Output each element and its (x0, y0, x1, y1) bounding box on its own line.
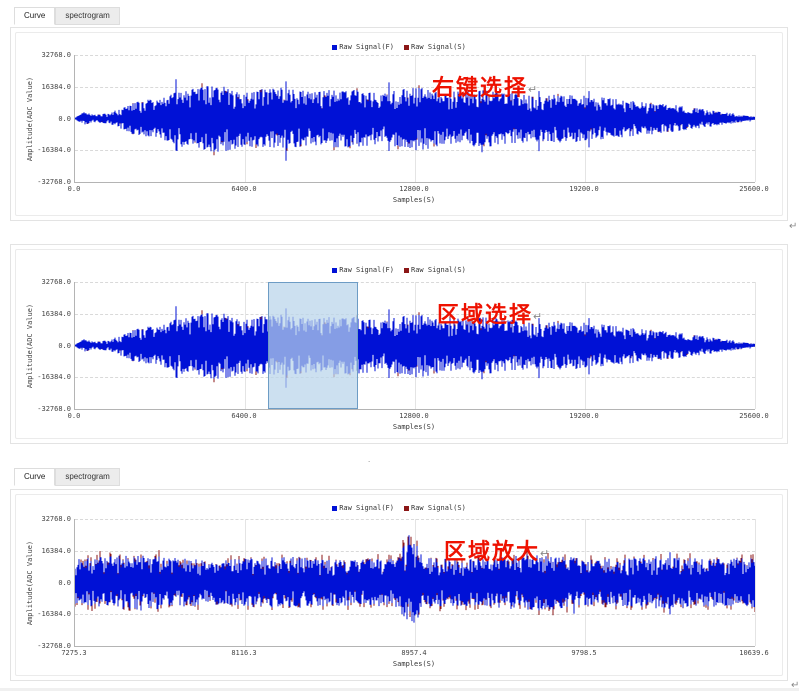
y-tick-label: 16384.0 (25, 83, 71, 91)
legend-marker-icon (332, 506, 337, 511)
x-tick-label: 6400.0 (214, 412, 274, 420)
plot-area[interactable] (74, 55, 755, 183)
tab-curve[interactable]: Curve (14, 468, 55, 486)
x-tick-label: 8116.3 (214, 649, 274, 657)
annotation-label: 右键选择↵ (432, 70, 537, 102)
x-tick-label: 19200.0 (554, 412, 614, 420)
y-tick-label: 0.0 (25, 115, 71, 123)
text-dot: . (368, 455, 370, 464)
x-tick-label: 12800.0 (384, 412, 444, 420)
v-gridline (755, 55, 756, 182)
legend-label: Raw Signal(F) (339, 504, 394, 512)
paragraph-mark: ↵ (791, 680, 799, 691)
x-tick-label: 19200.0 (554, 185, 614, 193)
legend-label: Raw Signal(S) (411, 266, 466, 274)
y-tick-label: -16384.0 (25, 610, 71, 618)
legend-marker-icon (404, 506, 409, 511)
legend-item: Raw Signal(S) (404, 266, 466, 274)
y-tick-label: 0.0 (25, 579, 71, 587)
annotation-label: 区域放大↵ (444, 534, 549, 566)
tab-spectrogram[interactable]: spectrogram (55, 468, 119, 486)
page-bottom-rule (0, 688, 799, 691)
v-gridline (755, 519, 756, 646)
waveform-chart-3[interactable]: Raw Signal(F)Raw Signal(S)Amplitude(ADC … (16, 495, 782, 675)
raw-signal-f-trace (75, 79, 755, 161)
paragraph-mark: ↵ (540, 548, 549, 560)
waveform-panel-3: Raw Signal(F)Raw Signal(S)Amplitude(ADC … (10, 489, 788, 681)
document-page: Curve spectrogram Raw Signal(F)Raw Signa… (0, 0, 799, 695)
x-tick-label: 0.0 (44, 185, 104, 193)
legend-item: Raw Signal(F) (332, 266, 394, 274)
waveform-svg (75, 55, 755, 182)
legend-marker-icon (404, 268, 409, 273)
y-tick-label: 32768.0 (25, 515, 71, 523)
chart-legend: Raw Signal(F) Raw Signal(S) (16, 43, 782, 51)
x-tick-label: 10639.6 (724, 649, 784, 657)
legend-marker-icon (404, 45, 409, 50)
x-tick-label: 7275.3 (44, 649, 104, 657)
y-tick-label: -16384.0 (25, 146, 71, 154)
legend-label: Raw Signal(F) (339, 266, 394, 274)
waveform-svg (75, 519, 755, 646)
tab-curve[interactable]: Curve (14, 7, 55, 25)
waveform-panel-1: Raw Signal(F)Raw Signal(S)Amplitude(ADC … (10, 27, 788, 221)
legend-item: Raw Signal(F) (332, 43, 394, 51)
panel-frame: Raw Signal(F)Raw Signal(S)Amplitude(ADC … (15, 249, 783, 439)
waveform-panel-2: Raw Signal(F)Raw Signal(S)Amplitude(ADC … (10, 244, 788, 444)
annotation-label: 区域选择↵ (437, 297, 542, 329)
chart-legend: Raw Signal(F) Raw Signal(S) (16, 504, 782, 512)
legend-marker-icon (332, 45, 337, 50)
v-gridline (755, 282, 756, 409)
x-axis-title: Samples(S) (354, 423, 474, 431)
legend-item: Raw Signal(S) (404, 504, 466, 512)
x-tick-label: 9798.5 (554, 649, 614, 657)
raw-signal-f-trace (75, 306, 755, 388)
waveform-chart-2[interactable]: Raw Signal(F)Raw Signal(S)Amplitude(ADC … (16, 250, 782, 438)
y-tick-label: 0.0 (25, 342, 71, 350)
x-tick-label: 6400.0 (214, 185, 274, 193)
legend-label: Raw Signal(S) (411, 504, 466, 512)
tab-bar-top: Curve spectrogram (14, 7, 120, 25)
legend-item: Raw Signal(S) (404, 43, 466, 51)
y-tick-label: 16384.0 (25, 310, 71, 318)
y-tick-label: 32768.0 (25, 51, 71, 59)
x-tick-label: 12800.0 (384, 185, 444, 193)
tab-spectrogram[interactable]: spectrogram (55, 7, 119, 25)
plot-area[interactable] (74, 282, 755, 410)
chart-legend: Raw Signal(F) Raw Signal(S) (16, 266, 782, 274)
paragraph-mark: ↵ (789, 221, 797, 232)
legend-label: Raw Signal(S) (411, 43, 466, 51)
paragraph-mark: ↵ (533, 311, 542, 323)
y-tick-label: 16384.0 (25, 547, 71, 555)
tab-bar-bottom: Curve spectrogram (14, 468, 120, 486)
selection-overlay[interactable] (268, 282, 357, 409)
plot-area[interactable] (74, 519, 755, 647)
y-tick-label: -16384.0 (25, 373, 71, 381)
raw-signal-f-trace (75, 535, 755, 622)
x-tick-label: 25600.0 (724, 185, 784, 193)
x-tick-label: 0.0 (44, 412, 104, 420)
waveform-svg (75, 282, 755, 409)
x-axis-title: Samples(S) (354, 196, 474, 204)
paragraph-mark: ↵ (528, 84, 537, 96)
x-tick-label: 8957.4 (384, 649, 444, 657)
legend-marker-icon (332, 268, 337, 273)
x-tick-label: 25600.0 (724, 412, 784, 420)
legend-item: Raw Signal(F) (332, 504, 394, 512)
waveform-chart-1[interactable]: Raw Signal(F)Raw Signal(S)Amplitude(ADC … (16, 33, 782, 215)
x-axis-title: Samples(S) (354, 660, 474, 668)
panel-frame: Raw Signal(F)Raw Signal(S)Amplitude(ADC … (15, 494, 783, 676)
panel-frame: Raw Signal(F)Raw Signal(S)Amplitude(ADC … (15, 32, 783, 216)
legend-label: Raw Signal(F) (339, 43, 394, 51)
y-tick-label: 32768.0 (25, 278, 71, 286)
